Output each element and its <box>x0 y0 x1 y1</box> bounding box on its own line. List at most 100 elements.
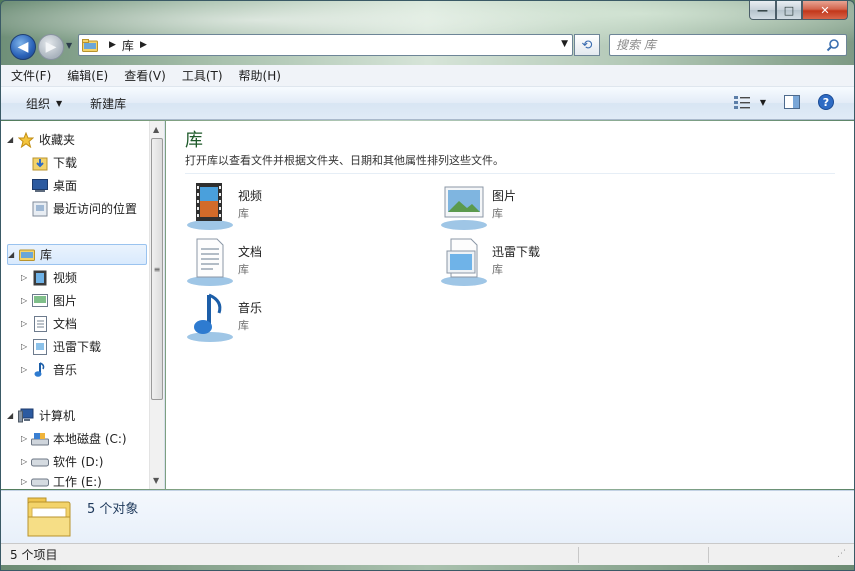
change-view-button[interactable]: ▼ <box>733 95 766 109</box>
expand-arrow-icon[interactable]: ▷ <box>21 296 31 305</box>
library-name: 图片 <box>492 189 517 203</box>
recent-pages-dropdown[interactable]: ▼ <box>66 41 72 50</box>
tree-videos[interactable]: ▷ 视频 <box>21 267 77 288</box>
refresh-button[interactable]: ⟲ <box>574 34 600 56</box>
caption-buttons: — □ ✕ <box>749 1 848 20</box>
picture-library-icon <box>441 186 487 230</box>
library-folder-icon <box>82 38 98 52</box>
tree-desktop[interactable]: 桌面 <box>21 175 77 196</box>
organize-label: 组织 <box>26 96 51 111</box>
svg-text:?: ? <box>823 96 829 109</box>
scroll-thumb[interactable]: ≡ <box>151 138 163 400</box>
collapse-arrow-icon[interactable]: ◢ <box>8 250 18 259</box>
menu-help[interactable]: 帮助(H) <box>239 67 281 84</box>
tree-recent[interactable]: 最近访问的位置 <box>21 198 137 219</box>
tree-downloads-label: 下载 <box>53 156 78 170</box>
tree-drive-d[interactable]: ▷ 软件 (D:) <box>21 451 103 472</box>
address-history-dropdown[interactable]: ▼ <box>561 39 568 49</box>
library-tile-xunlei[interactable]: 迅雷下载 库 <box>439 237 679 289</box>
download-library-icon <box>441 238 487 286</box>
tree-xunlei[interactable]: ▷ 迅雷下载 <box>21 336 101 357</box>
help-button[interactable]: ? <box>818 94 834 110</box>
page-title: 库 <box>185 130 203 151</box>
menu-tools[interactable]: 工具(T) <box>182 67 223 84</box>
library-folder-icon <box>18 247 36 263</box>
tree-computer[interactable]: ◢ 计算机 <box>7 405 75 426</box>
new-library-button[interactable]: 新建库 <box>90 95 126 112</box>
star-icon <box>17 131 35 148</box>
expand-arrow-icon[interactable]: ▷ <box>21 457 31 466</box>
menu-view[interactable]: 查看(V) <box>124 67 166 84</box>
tree-libraries[interactable]: ◢ 库 <box>7 244 147 265</box>
menu-edit[interactable]: 编辑(E) <box>67 67 108 84</box>
search-box[interactable] <box>609 34 847 56</box>
arrow-right-icon: ▶ <box>45 39 57 55</box>
search-input[interactable] <box>616 38 816 52</box>
item-count: 5 个对象 <box>87 502 139 517</box>
expand-arrow-icon[interactable]: ▷ <box>21 434 31 443</box>
tree-drive-c[interactable]: ▷ 本地磁盘 (C:) <box>21 428 127 449</box>
nav-scrollbar[interactable]: ▲ ≡ ▼ <box>149 121 164 489</box>
forward-button[interactable]: ▶ <box>38 34 64 60</box>
tree-music-label: 音乐 <box>53 363 78 377</box>
address-bar[interactable]: ▶ 库 ▶ ▼ <box>78 34 573 56</box>
explorer-window: — □ ✕ ◀ ▶ ▼ ▶ 库 ▶ ▼ ⟲ 文件(F) 编辑(E) 查看(V) … <box>0 0 855 571</box>
breadcrumb-separator-icon[interactable]: ▶ <box>109 40 116 50</box>
collapse-arrow-icon[interactable]: ◢ <box>7 135 17 144</box>
music-library-icon <box>187 293 233 342</box>
expand-arrow-icon[interactable]: ▷ <box>21 477 31 486</box>
library-type: 库 <box>238 319 249 332</box>
tree-drive-c-label: 本地磁盘 (C:) <box>53 432 127 446</box>
library-folder-icon <box>27 497 71 537</box>
library-name: 文档 <box>238 245 263 259</box>
tree-drive-e[interactable]: ▷ 工作 (E:) <box>21 474 102 489</box>
tree-documents-label: 文档 <box>53 317 78 331</box>
expand-arrow-icon[interactable]: ▷ <box>21 342 31 351</box>
tree-videos-label: 视频 <box>53 271 78 285</box>
tree-xunlei-label: 迅雷下载 <box>53 340 102 354</box>
organize-button[interactable]: 组织 ▼ <box>26 95 62 112</box>
search-icon[interactable] <box>826 38 840 52</box>
library-tile-documents[interactable]: 文档 库 <box>185 237 425 289</box>
chevron-down-icon[interactable]: ▼ <box>760 98 766 107</box>
library-tile-videos[interactable]: 视频 库 <box>185 181 425 233</box>
library-type: 库 <box>238 207 249 220</box>
close-button[interactable]: ✕ <box>802 1 848 20</box>
maximize-button[interactable]: □ <box>776 1 802 20</box>
scroll-down-icon[interactable]: ▼ <box>153 476 159 485</box>
status-bar: 5 个项目 ⋰ <box>1 543 854 565</box>
tree-downloads[interactable]: 下载 <box>21 152 77 173</box>
preview-pane-icon <box>784 95 800 109</box>
back-button[interactable]: ◀ <box>10 34 36 60</box>
help-icon: ? <box>818 94 834 110</box>
tree-favorites-label: 收藏夹 <box>39 133 76 147</box>
document-library-icon <box>187 238 233 286</box>
window-frame-bottom <box>1 565 854 570</box>
tree-music[interactable]: ▷ 音乐 <box>21 359 77 380</box>
breadcrumb-separator-icon[interactable]: ▶ <box>140 40 147 50</box>
expand-arrow-icon[interactable]: ▷ <box>21 273 31 282</box>
expand-arrow-icon[interactable]: ▷ <box>21 319 31 328</box>
tree-pictures[interactable]: ▷ 图片 <box>21 290 77 311</box>
preview-pane-button[interactable] <box>784 95 800 109</box>
chevron-down-icon: ▼ <box>56 98 63 108</box>
video-library-icon <box>187 183 233 230</box>
computer-icon <box>17 408 35 424</box>
expand-arrow-icon[interactable]: ▷ <box>21 365 31 374</box>
tree-favorites[interactable]: ◢ 收藏夹 <box>7 129 75 150</box>
collapse-arrow-icon[interactable]: ◢ <box>7 411 17 420</box>
arrow-left-icon: ◀ <box>17 39 29 55</box>
tree-documents[interactable]: ▷ 文档 <box>21 313 77 334</box>
scroll-up-icon[interactable]: ▲ <box>153 125 159 134</box>
menu-file[interactable]: 文件(F) <box>11 67 51 84</box>
minimize-button[interactable]: — <box>749 1 776 20</box>
recent-places-icon <box>31 201 49 217</box>
library-tile-pictures[interactable]: 图片 库 <box>439 181 679 233</box>
resize-grip-icon[interactable]: ⋰ <box>837 549 846 559</box>
library-tile-music[interactable]: 音乐 库 <box>185 293 425 345</box>
breadcrumb-library[interactable]: 库 <box>122 37 134 54</box>
tree-libraries-label: 库 <box>40 248 53 262</box>
download-library-icon <box>31 338 49 355</box>
details-pane: 5 个对象 <box>1 490 854 543</box>
library-type: 库 <box>492 207 503 220</box>
